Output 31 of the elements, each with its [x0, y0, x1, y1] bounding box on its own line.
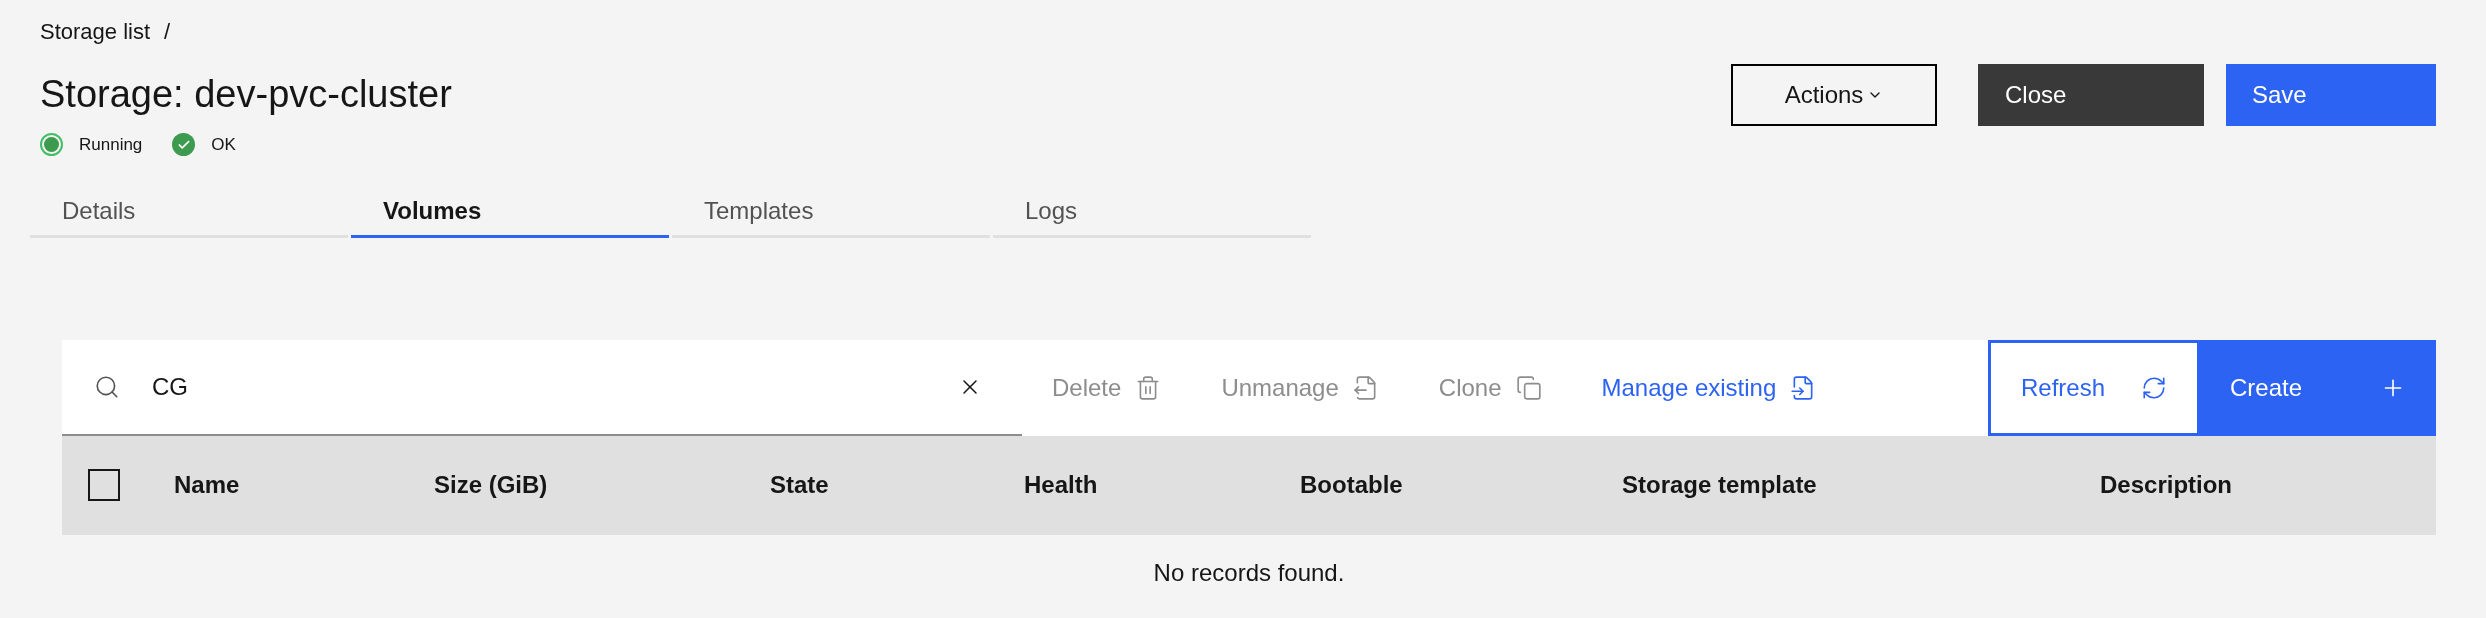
refresh-button[interactable]: Refresh	[1988, 339, 2200, 436]
page-title: Storage: dev-pvc-cluster	[40, 72, 452, 117]
checkmark-status-icon	[172, 133, 196, 157]
column-header: Health	[1024, 470, 1099, 500]
breadcrumb-separator: /	[164, 17, 171, 46]
copy-icon	[1515, 374, 1542, 401]
create-button[interactable]: Create	[2200, 339, 2436, 436]
actions-menu-button[interactable]: Actions	[1731, 64, 1937, 126]
column-header: Size (GiB)	[434, 470, 549, 500]
select-all-checkbox[interactable]	[88, 469, 120, 501]
column-header: Name	[174, 470, 241, 500]
close-button[interactable]: Close	[1978, 64, 2204, 126]
column-header: Description	[2100, 470, 2234, 500]
save-button[interactable]: Save	[2226, 64, 2436, 126]
column-header: Bootable	[1300, 470, 1404, 500]
refresh-icon	[2141, 374, 2167, 401]
tab[interactable]: Templates	[672, 187, 990, 238]
status-label: OK	[211, 134, 236, 156]
breadcrumb-link[interactable]: Storage list	[40, 14, 151, 48]
search-input[interactable]: CG	[152, 366, 938, 407]
trash-icon	[1135, 374, 1162, 401]
search-bar[interactable]: CG	[62, 339, 1022, 436]
column-header: State	[770, 470, 830, 500]
empty-message: No records found.	[1153, 557, 1345, 588]
status-label: Running	[79, 134, 143, 156]
running-status-icon	[40, 133, 63, 157]
tab[interactable]: Volumes	[351, 187, 669, 238]
tab[interactable]: Details	[30, 187, 348, 238]
toolbar-action[interactable]: Manage existing	[1571, 339, 1847, 436]
column-header: Storage template	[1622, 470, 1818, 500]
tab[interactable]: Logs	[993, 187, 1311, 238]
